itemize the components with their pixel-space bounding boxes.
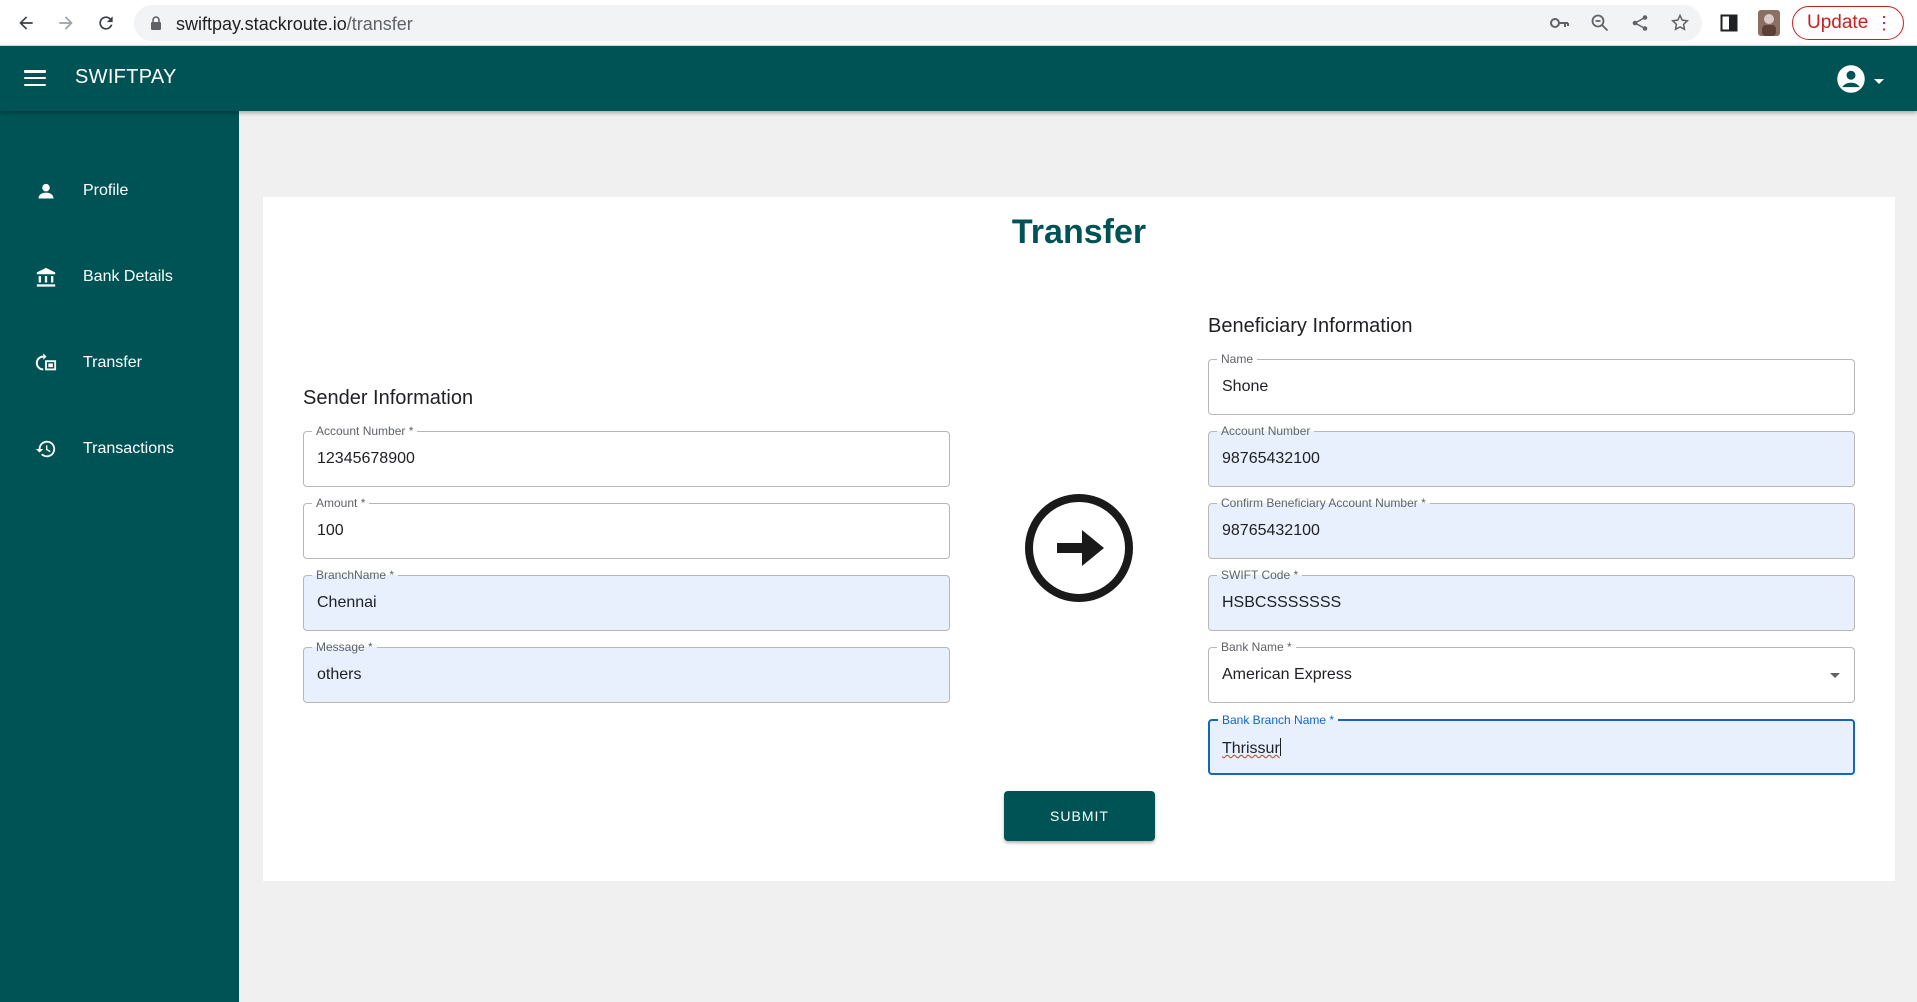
- bank-icon: [34, 265, 58, 289]
- app-header: SWIFTPAY: [0, 46, 1917, 111]
- field-label: SWIFT Code *: [1217, 568, 1303, 582]
- bookmark-star-icon[interactable]: [1669, 12, 1691, 34]
- field-label: Bank Branch Name *: [1218, 713, 1339, 727]
- field-value: 12345678900: [317, 450, 415, 467]
- menu-icon[interactable]: [24, 70, 46, 86]
- update-button[interactable]: Update ⋮: [1792, 6, 1904, 40]
- sidebar-item-bank-details[interactable]: Bank Details: [0, 247, 239, 307]
- bank-name-select[interactable]: Bank Name * American Express: [1208, 640, 1855, 703]
- field-value: Shone: [1222, 378, 1269, 395]
- transfer-card: Transfer Sender Information Account Numb…: [263, 197, 1895, 881]
- sender-section-title: Sender Information: [303, 387, 474, 409]
- lock-icon[interactable]: [150, 16, 162, 35]
- more-vert-icon[interactable]: ⋮: [1875, 13, 1893, 33]
- page-title: Transfer: [1011, 213, 1147, 251]
- key-icon[interactable]: [1549, 12, 1571, 34]
- field-label: Account Number: [1217, 424, 1315, 438]
- field-value: HSBCSSSSSSS: [1222, 594, 1342, 611]
- field-label: Message *: [312, 640, 377, 654]
- sidebar-item-label: Bank Details: [83, 268, 173, 285]
- side-panel-icon[interactable]: [1716, 8, 1742, 38]
- address-bar[interactable]: swiftpay.stackroute.io/transfer: [134, 5, 1702, 41]
- field-value: Thrissur: [1222, 738, 1281, 758]
- field-value: 98765432100: [1222, 450, 1320, 467]
- zoom-icon[interactable]: [1589, 12, 1611, 34]
- text-cursor: [1279, 738, 1281, 756]
- field-label: Bank Name *: [1217, 640, 1296, 654]
- url-text: swiftpay.stackroute.io/transfer: [176, 14, 413, 34]
- sidebar-item-transfer[interactable]: Transfer: [0, 333, 239, 393]
- profile-avatar[interactable]: [1756, 8, 1782, 38]
- arrow-right-circle-icon: [1024, 493, 1134, 603]
- sidebar-item-label: Transfer: [83, 354, 142, 371]
- beneficiary-name-field[interactable]: Name Shone: [1208, 352, 1855, 415]
- swift-code-field[interactable]: SWIFT Code * HSBCSSSSSSS: [1208, 568, 1855, 631]
- field-value: 100: [317, 522, 344, 539]
- bank-branch-name-field[interactable]: Bank Branch Name * Thrissur: [1208, 713, 1855, 775]
- share-icon[interactable]: [1629, 12, 1651, 34]
- sidebar-item-label: Transactions: [83, 440, 174, 457]
- history-icon: [34, 437, 58, 461]
- field-label: Amount *: [312, 496, 370, 510]
- field-label: Confirm Beneficiary Account Number *: [1217, 496, 1430, 510]
- sidebar-item-label: Profile: [83, 182, 129, 199]
- branch-name-field[interactable]: BranchName * Chennai: [303, 568, 950, 631]
- account-circle-icon[interactable]: [1836, 64, 1866, 99]
- field-label: BranchName *: [312, 568, 399, 582]
- person-icon: [34, 179, 58, 203]
- back-icon[interactable]: [11, 8, 41, 38]
- confirm-account-number-field[interactable]: Confirm Beneficiary Account Number * 987…: [1208, 496, 1855, 559]
- reload-icon[interactable]: [91, 8, 121, 38]
- account-menu[interactable]: [1836, 64, 1884, 99]
- field-value: Chennai: [317, 594, 377, 611]
- brand-title: SWIFTPAY: [75, 66, 177, 88]
- submit-button[interactable]: SUBMIT: [1004, 791, 1155, 841]
- transfer-icon: [34, 351, 58, 375]
- field-value-text: Thrissur: [1222, 740, 1280, 757]
- sidebar-item-profile[interactable]: Profile: [0, 161, 239, 221]
- sidebar-item-transactions[interactable]: Transactions: [0, 419, 239, 479]
- field-label: Name: [1217, 352, 1258, 366]
- field-value: 98765432100: [1222, 522, 1320, 539]
- sender-account-number-field[interactable]: Account Number * 12345678900: [303, 424, 950, 487]
- field-value: others: [317, 666, 362, 683]
- chevron-down-icon[interactable]: [1874, 79, 1884, 84]
- field-label: Account Number *: [312, 424, 418, 438]
- amount-field[interactable]: Amount * 100: [303, 496, 950, 559]
- dropdown-arrow-icon[interactable]: [1830, 673, 1840, 678]
- beneficiary-section-title: Beneficiary Information: [1208, 315, 1413, 337]
- message-field[interactable]: Message * others: [303, 640, 950, 703]
- forward-icon[interactable]: [51, 8, 81, 38]
- field-value: American Express: [1222, 666, 1352, 683]
- browser-toolbar: swiftpay.stackroute.io/transfer Update ⋮: [0, 0, 1917, 46]
- sidebar: Profile Bank Details Transfer Transactio…: [0, 111, 239, 1002]
- beneficiary-account-number-field[interactable]: Account Number 98765432100: [1208, 424, 1855, 487]
